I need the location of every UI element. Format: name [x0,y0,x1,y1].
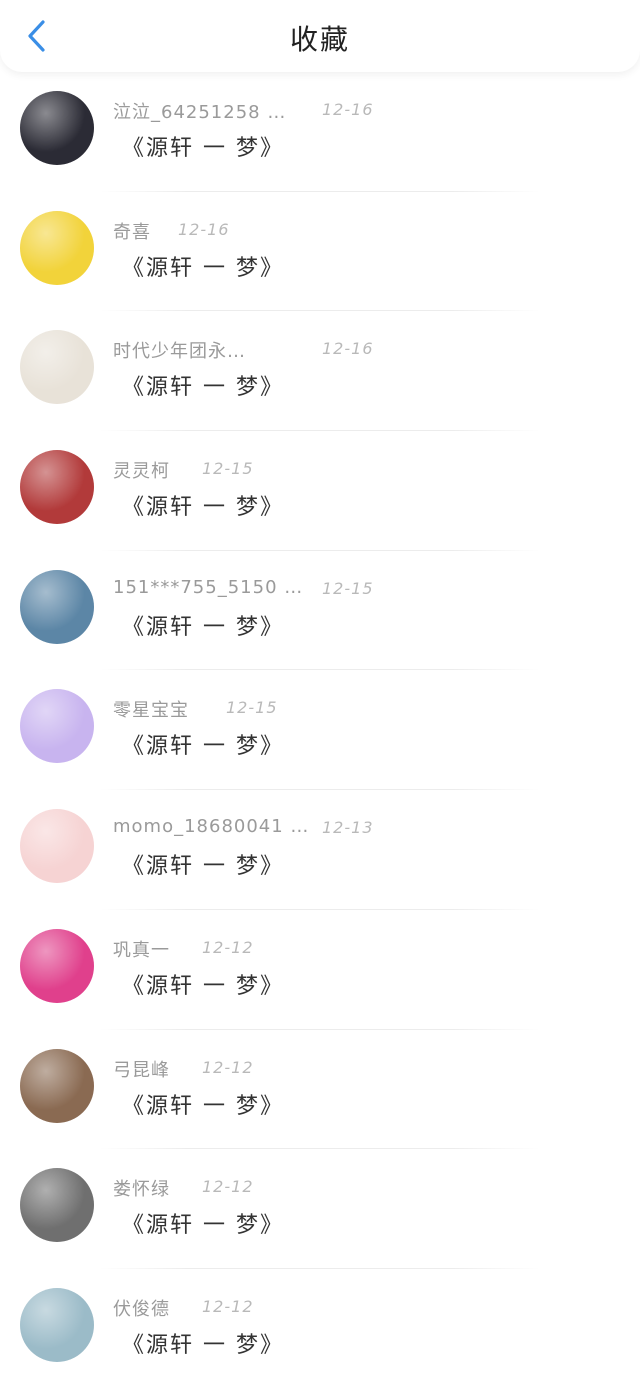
favorite-date: 12-12 [202,1296,254,1316]
avatar[interactable] [20,1048,94,1123]
favorite-date: 12-13 [322,818,374,838]
favorite-content[interactable]: 《源轩 一 梦》 [122,250,284,282]
list-item[interactable]: 时代少年团永… 12-16 《源轩 一 梦》 [0,311,640,432]
user-name[interactable]: 弓昆峰 [113,1056,170,1082]
favorite-date: 12-12 [202,937,254,957]
avatar[interactable] [20,569,94,644]
avatar[interactable] [20,809,94,884]
user-name[interactable]: 灵灵柯 [113,457,170,483]
list-item[interactable]: 巩真一 12-12 《源轩 一 梦》 [0,910,640,1030]
favorites-list: 泣泣_64251258 … 12-16 《源轩 一 梦》 奇喜 12-16 《源… [0,72,640,1389]
favorite-date: 12-16 [322,100,374,119]
list-item[interactable]: momo_18680041 … 12-13 《源轩 一 梦》 [0,790,640,910]
favorite-content[interactable]: 《源轩 一 梦》 [122,489,284,521]
user-name[interactable]: 时代少年团永… [113,337,246,363]
list-item[interactable]: 灵灵柯 12-15 《源轩 一 梦》 [0,431,640,551]
favorite-date: 12-12 [202,1057,254,1077]
top-bar: 收藏 [0,0,640,72]
user-name[interactable]: 伏俊德 [113,1295,170,1321]
favorite-content[interactable]: 《源轩 一 梦》 [122,728,284,760]
list-item[interactable]: 娄怀绿 12-12 《源轩 一 梦》 [0,1149,640,1269]
user-name[interactable]: momo_18680041 … [113,816,309,837]
favorite-date: 12-12 [202,1177,254,1197]
favorite-content[interactable]: 《源轩 一 梦》 [122,1207,284,1239]
favorite-content[interactable]: 《源轩 一 梦》 [122,848,284,880]
avatar[interactable] [20,689,94,764]
avatar[interactable] [20,330,94,405]
user-name[interactable]: 巩真一 [113,936,170,962]
favorite-date: 12-16 [322,339,374,359]
favorite-content[interactable]: 《源轩 一 梦》 [122,1088,284,1120]
favorite-content[interactable]: 《源轩 一 梦》 [122,609,284,641]
user-name[interactable]: 151***755_5150 … [113,577,303,598]
favorite-content[interactable]: 《源轩 一 梦》 [122,968,284,1000]
avatar[interactable] [20,210,94,285]
list-item[interactable]: 151***755_5150 … 12-15 《源轩 一 梦》 [0,551,640,671]
favorite-date: 12-15 [226,698,278,718]
user-name[interactable]: 零星宝宝 [113,696,189,722]
favorite-content[interactable]: 《源轩 一 梦》 [122,130,284,162]
list-item[interactable]: 零星宝宝 12-15 《源轩 一 梦》 [0,670,640,791]
favorite-date: 12-15 [202,459,254,479]
list-item[interactable]: 弓昆峰 12-12 《源轩 一 梦》 [0,1030,640,1150]
page-title: 收藏 [289,23,350,56]
avatar[interactable] [20,91,94,165]
favorite-date: 12-15 [322,578,374,598]
avatar[interactable] [20,928,94,1003]
user-name[interactable]: 泣泣_64251258 … [113,98,286,124]
list-item[interactable]: 奇喜 12-16 《源轩 一 梦》 [0,192,640,312]
user-name[interactable]: 娄怀绿 [113,1175,170,1201]
avatar[interactable] [20,450,94,525]
user-name[interactable]: 奇喜 [113,218,151,244]
list-item[interactable]: 泣泣_64251258 … 12-16 《源轩 一 梦》 [0,72,640,192]
favorite-content[interactable]: 《源轩 一 梦》 [122,1327,284,1359]
avatar[interactable] [20,1168,94,1243]
list-item[interactable]: 伏俊德 12-12 《源轩 一 梦》 [0,1269,640,1389]
favorite-date: 12-16 [178,219,230,239]
favorite-content[interactable]: 《源轩 一 梦》 [122,369,284,401]
avatar[interactable] [20,1287,94,1362]
